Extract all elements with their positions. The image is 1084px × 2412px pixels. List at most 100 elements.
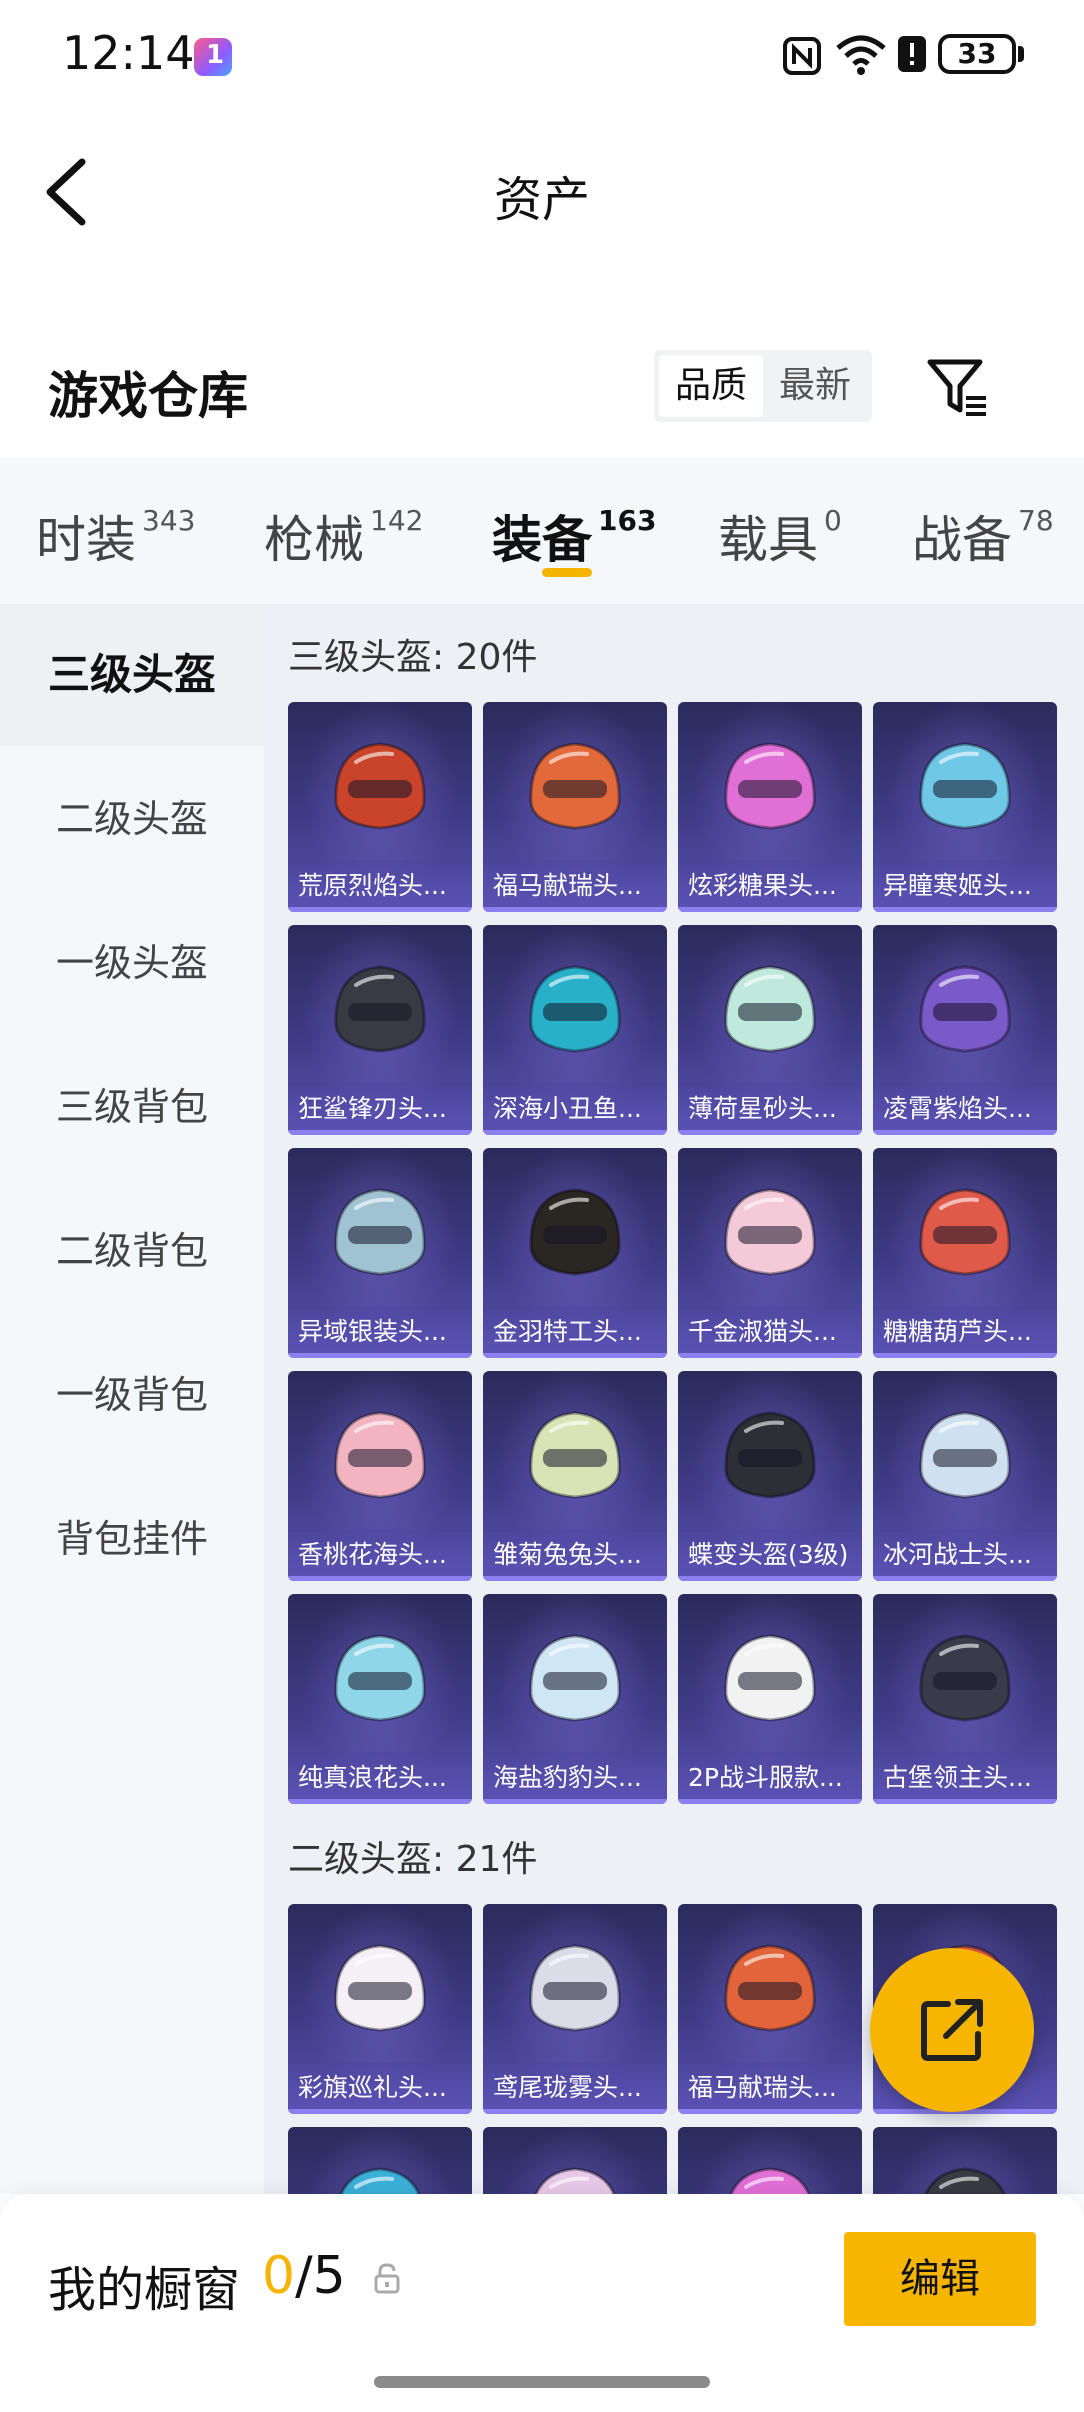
sidebar-item-level2-helmet[interactable]: 二级头盔 [0, 748, 264, 890]
helmet-icon [919, 742, 1011, 830]
item-card[interactable]: 金羽特工头... [483, 1148, 667, 1358]
sort-option-quality[interactable]: 品质 [659, 355, 763, 417]
item-card[interactable] [288, 2127, 472, 2194]
helmet-icon [334, 1944, 426, 2032]
helmet-icon [529, 742, 621, 830]
tab-weapons[interactable]: 枪械 142 [264, 500, 423, 572]
rarity-edge [873, 1353, 1057, 1358]
item-name: 冰河战士头... [873, 1529, 1057, 1581]
item-name: 薄荷星砂头... [678, 1083, 862, 1135]
helmet-icon [534, 2167, 616, 2194]
helmet-icon [724, 1944, 816, 2032]
tab-fashion[interactable]: 时装 343 [36, 500, 195, 572]
sort-option-latest[interactable]: 最新 [763, 355, 867, 417]
page-title: 资产 [493, 172, 590, 228]
helmet-icon [529, 1944, 621, 2032]
item-card[interactable]: 深海小丑鱼... [483, 925, 667, 1135]
item-card[interactable] [873, 2127, 1057, 2194]
item-card[interactable]: 福马献瑞头... [483, 702, 667, 912]
share-external-icon [921, 1999, 983, 2061]
item-card[interactable]: 彩旗巡礼头... [288, 1904, 472, 2114]
helmet-icon [724, 1188, 816, 1276]
tab-count: 0 [824, 504, 842, 537]
rarity-edge [288, 1353, 472, 1358]
tab-label: 战备 [912, 511, 1012, 569]
sidebar-item-level1-helmet[interactable]: 一级头盔 [0, 892, 264, 1034]
item-name: 香桃花海头... [288, 1529, 472, 1581]
helmet-icon [919, 1634, 1011, 1722]
category-tabs: 时装 343 枪械 142 装备 163 载具 0 战备 78 [0, 458, 1084, 604]
rarity-edge [678, 1576, 862, 1581]
rarity-edge [678, 907, 862, 912]
tab-equipment[interactable]: 装备 163 [492, 500, 656, 572]
helmet-icon [919, 965, 1011, 1053]
item-card[interactable]: 狂鲨锋刃头... [288, 925, 472, 1135]
sidebar-item-level2-backpack[interactable]: 二级背包 [0, 1180, 264, 1322]
item-card[interactable]: 纯真浪花头... [288, 1594, 472, 1804]
helmet-icon [919, 1411, 1011, 1499]
helmet-icon [529, 1634, 621, 1722]
item-card[interactable]: 古堡领主头... [873, 1594, 1057, 1804]
item-card[interactable]: 香桃花海头... [288, 1371, 472, 1581]
item-name: 海盐豹豹头... [483, 1752, 667, 1804]
helmet-icon [729, 2167, 811, 2194]
helmet-icon [334, 1188, 426, 1276]
item-card[interactable]: 海盐豹豹头... [483, 1594, 667, 1804]
tab-count: 78 [1018, 504, 1054, 537]
tab-label: 时装 [36, 511, 136, 569]
helmet-icon [529, 1411, 621, 1499]
item-card[interactable] [678, 2127, 862, 2194]
helmet-icon [724, 742, 816, 830]
status-bar: 12:14 33 [0, 0, 1084, 110]
rarity-edge [483, 2109, 667, 2114]
item-card[interactable]: 千金淑猫头... [678, 1148, 862, 1358]
helmet-icon [529, 965, 621, 1053]
item-name: 荒原烈焰头... [288, 860, 472, 912]
showcase-bar: 我的橱窗 0/5 编辑 [0, 2194, 1084, 2412]
item-card[interactable]: 2P战斗服款... [678, 1594, 862, 1804]
item-card[interactable]: 炫彩糖果头... [678, 702, 862, 912]
share-button[interactable] [870, 1948, 1034, 2112]
item-card[interactable]: 异域银装头... [288, 1148, 472, 1358]
helmet-icon [334, 1411, 426, 1499]
helmet-icon [919, 1188, 1011, 1276]
item-name: 彩旗巡礼头... [288, 2062, 472, 2114]
sidebar-item-level3-backpack[interactable]: 三级背包 [0, 1036, 264, 1178]
item-name: 雏菊兔兔头... [483, 1529, 667, 1581]
item-card[interactable]: 薄荷星砂头... [678, 925, 862, 1135]
alert-icon [898, 36, 926, 72]
item-name: 异域银装头... [288, 1306, 472, 1358]
edit-button[interactable]: 编辑 [844, 2232, 1036, 2326]
item-card[interactable]: 荒原烈焰头... [288, 702, 472, 912]
item-card[interactable]: 冰河战士头... [873, 1371, 1057, 1581]
sidebar-item-level1-backpack[interactable]: 一级背包 [0, 1324, 264, 1466]
rarity-edge [678, 1130, 862, 1135]
item-card[interactable]: 异瞳寒姬头... [873, 702, 1057, 912]
item-card[interactable]: 糖糖葫芦头... [873, 1148, 1057, 1358]
warehouse-title: 游戏仓库 [48, 367, 248, 425]
rarity-edge [678, 1799, 862, 1804]
tab-supplies[interactable]: 战备 78 [912, 500, 1054, 572]
item-name: 千金淑猫头... [678, 1306, 862, 1358]
sidebar-item-backpack-pendant[interactable]: 背包挂件 [0, 1468, 264, 1610]
item-card[interactable]: 鸢尾珑雾头... [483, 1904, 667, 2114]
rarity-edge [483, 1130, 667, 1135]
tab-label: 枪械 [264, 511, 364, 569]
item-card[interactable]: 蝶变头盔(3级) [678, 1371, 862, 1581]
filter-icon[interactable] [924, 352, 992, 420]
helmet-icon [724, 965, 816, 1053]
sort-toggle: 品质 最新 [654, 350, 872, 422]
item-card[interactable] [483, 2127, 667, 2194]
item-card[interactable]: 凌霄紫焰头... [873, 925, 1057, 1135]
rarity-edge [873, 1799, 1057, 1804]
item-name: 福马献瑞头... [678, 2062, 862, 2114]
showcase-count: 0/5 [262, 2246, 346, 2306]
item-name: 2P战斗服款... [678, 1752, 862, 1804]
tab-count: 163 [598, 504, 657, 537]
sidebar-item-level3-helmet[interactable]: 三级头盔 [0, 604, 264, 746]
lock-icon [374, 2263, 400, 2294]
item-card[interactable]: 福马献瑞头... [678, 1904, 862, 2114]
tab-vehicles[interactable]: 载具 0 [718, 500, 842, 572]
showcase-current: 0 [262, 2246, 296, 2306]
item-card[interactable]: 雏菊兔兔头... [483, 1371, 667, 1581]
